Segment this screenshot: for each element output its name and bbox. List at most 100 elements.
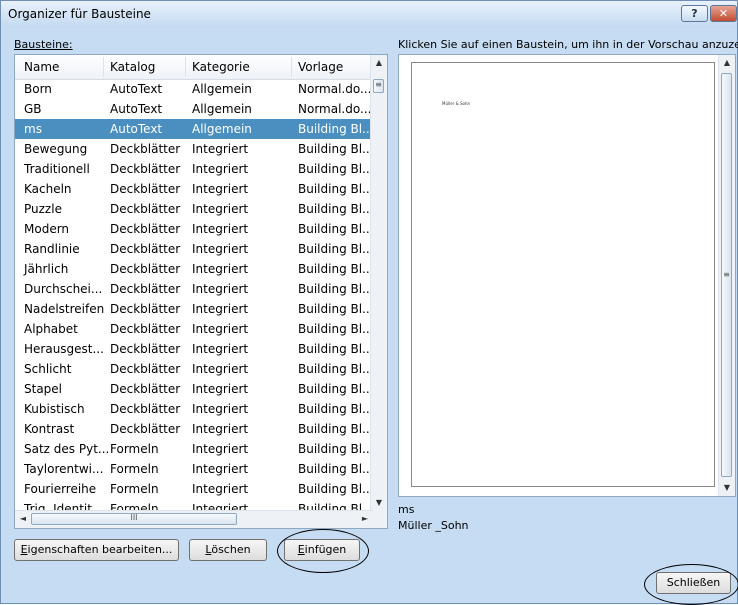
cell-katalog: Formeln	[110, 482, 159, 496]
cell-kategorie: Allgemein	[192, 102, 252, 116]
table-row[interactable]: Taylorentwi... Formeln Integriert Building …	[15, 459, 374, 479]
cell-name: Traditionell	[24, 162, 90, 176]
cell-kategorie: Integriert	[192, 302, 249, 316]
preview-scroll-up-icon[interactable]: ▲	[719, 55, 735, 71]
column-header-vorlage[interactable]: Vorlage	[298, 60, 343, 74]
cell-katalog: Deckblätter	[110, 322, 181, 336]
cell-katalog: Deckblätter	[110, 222, 181, 236]
cell-kategorie: Integriert	[192, 282, 249, 296]
cell-kategorie: Integriert	[192, 402, 249, 416]
column-divider[interactable]	[103, 57, 104, 77]
scroll-left-arrow-icon[interactable]: ◄	[15, 511, 31, 527]
cell-vorlage: Building Bl...	[298, 362, 374, 376]
cell-vorlage: Normal.do...	[298, 82, 372, 96]
bausteine-label-text: Bausteine:	[14, 38, 73, 51]
cell-kategorie: Integriert	[192, 442, 249, 456]
edit-properties-accesskey: E	[20, 543, 28, 556]
table-row[interactable]: Kacheln Deckblätter Integriert Building Bl.…	[15, 179, 374, 199]
preview-scroll-down-icon[interactable]: ▼	[719, 480, 735, 496]
scroll-down-arrow-icon[interactable]: ▼	[371, 495, 387, 511]
cell-vorlage: Building Bl...	[298, 422, 374, 436]
selected-block-name: ms	[398, 503, 415, 516]
cell-katalog: Deckblätter	[110, 142, 181, 156]
cell-vorlage: Building Bl...	[298, 142, 374, 156]
cell-kategorie: Integriert	[192, 242, 249, 256]
cell-name: Alphabet	[24, 322, 78, 336]
list-rows: Born AutoText Allgemein Normal.do... GB AutoT…	[15, 79, 374, 519]
cell-name: Durchschei...	[24, 282, 103, 296]
cell-name: Puzzle	[24, 202, 62, 216]
column-header-katalog[interactable]: Katalog	[110, 60, 155, 74]
dialog-title: Organizer für Bausteine	[8, 7, 151, 21]
table-row[interactable]: Kubistisch Deckblätter Integriert Building …	[15, 399, 374, 419]
table-row[interactable]: Stapel Deckblätter Integriert Building Bl..…	[15, 379, 374, 399]
cell-katalog: Deckblätter	[110, 402, 181, 416]
table-row[interactable]: Born AutoText Allgemein Normal.do...	[15, 79, 373, 99]
list-vertical-scrollbar[interactable]: ▲ ≡ ▼	[370, 55, 387, 511]
table-row[interactable]: Kontrast Deckblätter Integriert Building Bl…	[15, 419, 374, 439]
cell-katalog: Deckblätter	[110, 242, 181, 256]
cell-vorlage: Building Bl...	[298, 322, 374, 336]
edit-properties-button[interactable]: Eigenschaften bearbeiten...	[14, 539, 179, 561]
cell-kategorie: Integriert	[192, 262, 249, 276]
cell-kategorie: Integriert	[192, 382, 249, 396]
cell-name: Kontrast	[24, 422, 75, 436]
table-row[interactable]: ms AutoText Allgemein Building Bl...	[15, 119, 374, 139]
cell-vorlage: Normal.do...	[298, 102, 372, 116]
cell-kategorie: Integriert	[192, 142, 249, 156]
table-row[interactable]: Puzzle Deckblätter Integriert Building Bl..…	[15, 199, 374, 219]
table-row[interactable]: Traditionell Deckblätter Integriert Buildin…	[15, 159, 374, 179]
column-divider[interactable]	[185, 57, 186, 77]
cell-kategorie: Integriert	[192, 462, 249, 476]
cell-name: Schlicht	[24, 362, 72, 376]
cell-katalog: Formeln	[110, 442, 159, 456]
column-header-kategorie[interactable]: Kategorie	[192, 60, 250, 74]
close-icon: ✕	[718, 7, 729, 20]
help-button[interactable]: ?	[681, 5, 708, 22]
cell-katalog: Deckblätter	[110, 202, 181, 216]
cell-kategorie: Integriert	[192, 182, 249, 196]
preview-scroll-thumb[interactable]: ≡	[721, 73, 732, 477]
bausteine-label: Bausteine:	[14, 38, 73, 51]
table-row[interactable]: Modern Deckblätter Integriert Building Bl..…	[15, 219, 374, 239]
table-row[interactable]: Bewegung Deckblätter Integriert Building Bl…	[15, 139, 374, 159]
column-divider[interactable]	[291, 57, 292, 77]
cell-vorlage: Building Bl...	[298, 282, 374, 296]
cell-katalog: Deckblätter	[110, 162, 181, 176]
table-row[interactable]: Schlicht Deckblätter Integriert Building Bl…	[15, 359, 374, 379]
highlight-circle-insert	[277, 529, 369, 573]
table-row[interactable]: Fourierreihe Formeln Integriert Building Bl…	[15, 479, 374, 499]
cell-vorlage: Building Bl...	[298, 482, 374, 496]
preview-vertical-scrollbar[interactable]: ▲ ≡ ▼	[718, 55, 735, 496]
cell-name: Nadelstreifen	[24, 302, 105, 316]
list-horizontal-scroll-thumb[interactable]: III	[31, 513, 237, 525]
table-row[interactable]: Randlinie Deckblätter Integriert Building B…	[15, 239, 374, 259]
table-row[interactable]: GB AutoText Allgemein Normal.do...	[15, 99, 373, 119]
cell-vorlage: Building Bl...	[298, 262, 374, 276]
table-row[interactable]: Jährlich Deckblätter Integriert Building Bl…	[15, 259, 374, 279]
cell-katalog: Deckblätter	[110, 422, 181, 436]
table-row[interactable]: Satz des Pyt... Formeln Integriert Building…	[15, 439, 374, 459]
close-window-button[interactable]: ✕	[710, 5, 737, 22]
table-row[interactable]: Nadelstreifen Deckblätter Integriert Buildi…	[15, 299, 374, 319]
cell-kategorie: Integriert	[192, 482, 249, 496]
scroll-up-arrow-icon[interactable]: ▲	[371, 55, 387, 71]
list-horizontal-scrollbar[interactable]: ◄ III ►	[15, 510, 373, 528]
preview-pane: Müller & Sohn ▲ ≡ ▼	[398, 54, 736, 497]
cell-vorlage: Building Bl...	[298, 182, 374, 196]
preview-hint-label: Klicken Sie auf einen Baustein, um ihn i…	[398, 38, 738, 51]
table-row[interactable]: Herausgest... Deckblätter Integriert Buildi…	[15, 339, 374, 359]
preview-page: Müller & Sohn	[411, 62, 715, 487]
cell-katalog: Deckblätter	[110, 362, 181, 376]
cell-kategorie: Integriert	[192, 342, 249, 356]
column-header-name[interactable]: Name	[24, 60, 59, 74]
cell-vorlage: Building Bl...	[298, 202, 374, 216]
cell-vorlage: Building Bl...	[298, 162, 374, 176]
table-row[interactable]: Durchschei... Deckblätter Integriert Buildi…	[15, 279, 374, 299]
building-blocks-list[interactable]: Name Katalog Kategorie Vorlage Born AutoT…	[14, 54, 388, 529]
delete-button[interactable]: Löschen	[189, 539, 267, 561]
cell-vorlage: Building Bl...	[298, 122, 374, 136]
cell-name: Jährlich	[24, 262, 69, 276]
table-row[interactable]: Alphabet Deckblätter Integriert Building Bl…	[15, 319, 374, 339]
list-scroll-thumb[interactable]: ≡	[373, 79, 384, 93]
